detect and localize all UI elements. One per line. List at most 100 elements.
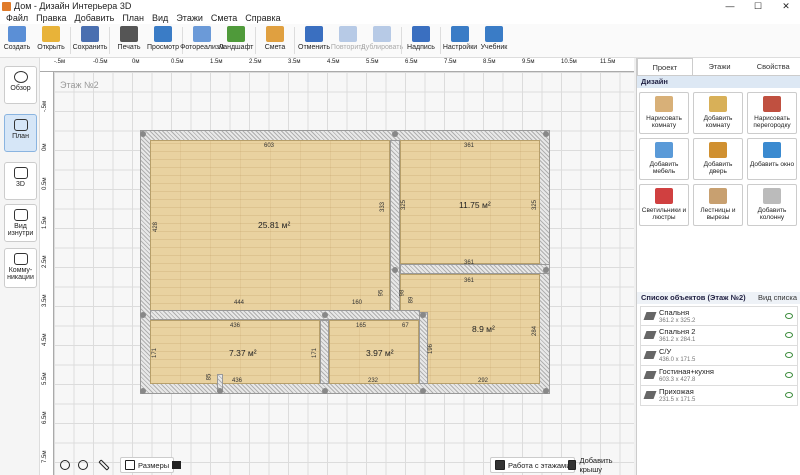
ruler-tick-label: 1.5м [210, 59, 223, 65]
toolbar-button-text-label[interactable]: Надпись [404, 24, 438, 57]
menu-view[interactable]: Вид [148, 13, 172, 24]
toolbar-button-photo[interactable]: Фотореализм [180, 24, 224, 57]
duplicate-icon [373, 26, 391, 42]
inner-wall-hall[interactable] [419, 312, 428, 384]
dimension-label: 89 [408, 296, 415, 304]
plan-canvas[interactable]: Этаж №2 25.81 м² 11.75 м² 8.9 м² 7.37 м²… [54, 72, 634, 475]
dimension-label: 361 [464, 278, 475, 284]
toolbar-button-help[interactable]: Учебник [477, 24, 511, 57]
object-list-item[interactable]: Спальня 361.2 x 325.2 [640, 306, 798, 326]
zoom-out-button[interactable] [60, 457, 73, 473]
maximize-button[interactable]: ☐ [744, 0, 772, 13]
wall-node[interactable] [543, 388, 549, 394]
design-button-door[interactable]: Добавить дверь [693, 138, 743, 180]
wall-node[interactable] [140, 388, 146, 394]
dimension-label: 361 [464, 143, 475, 149]
menu-add[interactable]: Добавить [71, 13, 119, 24]
add-roof-button[interactable]: Добавить крышу [564, 456, 630, 474]
ruler-icon [98, 459, 110, 471]
view-3d-button[interactable]: 3D [4, 162, 37, 200]
wall-node[interactable] [392, 267, 398, 273]
object-list-item[interactable]: Спальня 2 361.2 x 284.1 [640, 326, 798, 346]
wall-node[interactable] [420, 312, 426, 318]
tab-properties[interactable]: Свойства [746, 58, 800, 75]
object-list-item[interactable]: С/У 436.0 x 171.5 [640, 346, 798, 366]
menu-estimate[interactable]: Смета [207, 13, 241, 24]
tab-floors[interactable]: Этажи [693, 58, 747, 75]
ruler-button[interactable] [98, 457, 113, 473]
wall-node[interactable] [140, 131, 146, 137]
roof-icon [568, 460, 577, 470]
menu-plan[interactable]: План [118, 13, 148, 24]
inner-wall-bath[interactable] [320, 320, 329, 384]
area-label: 8.9 м² [472, 324, 495, 334]
view-communications-button[interactable]: Комму-никации [4, 248, 37, 288]
dimension-label: 165 [356, 323, 367, 329]
tab-project[interactable]: Проект [637, 58, 693, 75]
visibility-eye-icon[interactable] [785, 352, 793, 358]
toolbar-button-redo: Повторить [331, 24, 365, 57]
minimize-button[interactable]: — [716, 0, 744, 13]
design-button-brick-wall[interactable]: Нарисовать перегородку [747, 92, 797, 134]
object-name: С/У [659, 347, 672, 356]
design-button-draw-room[interactable]: Нарисовать комнату [639, 92, 689, 134]
design-button-window[interactable]: Добавить окно [747, 138, 797, 180]
menu-edit[interactable]: Правка [32, 13, 70, 24]
toolbar-button-label: Дублировать [360, 44, 404, 51]
wall-node[interactable] [322, 388, 328, 394]
wall-node[interactable] [543, 267, 549, 273]
inner-wall-bottom[interactable] [150, 310, 420, 320]
room-object-icon [643, 312, 657, 320]
visibility-eye-icon[interactable] [785, 313, 793, 319]
wall-node[interactable] [322, 312, 328, 318]
design-button-chair[interactable]: Добавить мебель [639, 138, 689, 180]
wall-node[interactable] [140, 312, 146, 318]
wall-node[interactable] [217, 388, 223, 394]
toolbar-button-open-folder[interactable]: Открыть [34, 24, 68, 57]
toolbar-button-new-file[interactable]: Создать [0, 24, 34, 57]
view-inside-button[interactable]: Вид изнутри [4, 204, 37, 242]
dimension-label: 444 [234, 300, 245, 306]
menu-file[interactable]: Файл [2, 13, 32, 24]
ruler-tick-label: 3.5м [288, 59, 301, 65]
toolbar-button-save[interactable]: Сохранить [73, 24, 107, 57]
toolbar-button-label: Отменить [298, 44, 330, 51]
view-overview-button[interactable]: Обзор [4, 66, 37, 104]
toolbar-button-estimate[interactable]: Смета [258, 24, 292, 57]
view-inside-label: Вид изнутри [7, 223, 34, 237]
zoom-in-button[interactable] [78, 457, 91, 473]
home-button[interactable] [168, 457, 188, 473]
design-button-add-room[interactable]: Добавить комнату [693, 92, 743, 134]
design-button-lamp[interactable]: Светильники и люстры [639, 184, 689, 226]
wall-node[interactable] [392, 131, 398, 137]
wall-node[interactable] [420, 388, 426, 394]
visibility-eye-icon[interactable] [785, 332, 793, 338]
design-button-label: Добавить комнату [703, 115, 733, 129]
ruler-tick-label: 2.5м [249, 59, 262, 65]
toolbar-button-undo[interactable]: Отменить [297, 24, 331, 57]
dimensions-button[interactable]: Размеры [120, 457, 175, 473]
dimension-label: 436 [232, 378, 243, 384]
menu-floors[interactable]: Этажи [172, 13, 207, 24]
dimension-label: 325 [401, 199, 408, 211]
close-button[interactable]: ✕ [772, 0, 800, 13]
toolbar-button-gear[interactable]: Настройки [443, 24, 477, 57]
design-button-stairs[interactable]: Лестницы и вырезы [693, 184, 743, 226]
floors-button[interactable]: Работа с этажами [490, 457, 576, 473]
object-list-item[interactable]: Гостиная+кухня 603.3 x 427.8 [640, 366, 798, 386]
ruler-tick-label: 0м [42, 143, 48, 151]
toolbar-button-monitor[interactable]: Просмотр [146, 24, 180, 57]
toolbar-button-tree[interactable]: Ландшафт [219, 24, 253, 57]
toolbar-button-printer[interactable]: Печать [112, 24, 146, 57]
wall-node[interactable] [543, 131, 549, 137]
room-living-kitchen[interactable] [150, 140, 390, 320]
view-plan-button[interactable]: План [4, 114, 37, 152]
inner-wall-horizontal[interactable] [400, 264, 550, 274]
menu-help[interactable]: Справка [241, 13, 284, 24]
dimension-label: 292 [478, 378, 489, 384]
visibility-eye-icon[interactable] [785, 372, 793, 378]
list-view-button[interactable]: Вид списка [758, 292, 800, 304]
design-button-column[interactable]: Добавить колонну [747, 184, 797, 226]
object-list-item[interactable]: Прихожая 231.5 x 171.5 [640, 386, 798, 406]
visibility-eye-icon[interactable] [785, 392, 793, 398]
